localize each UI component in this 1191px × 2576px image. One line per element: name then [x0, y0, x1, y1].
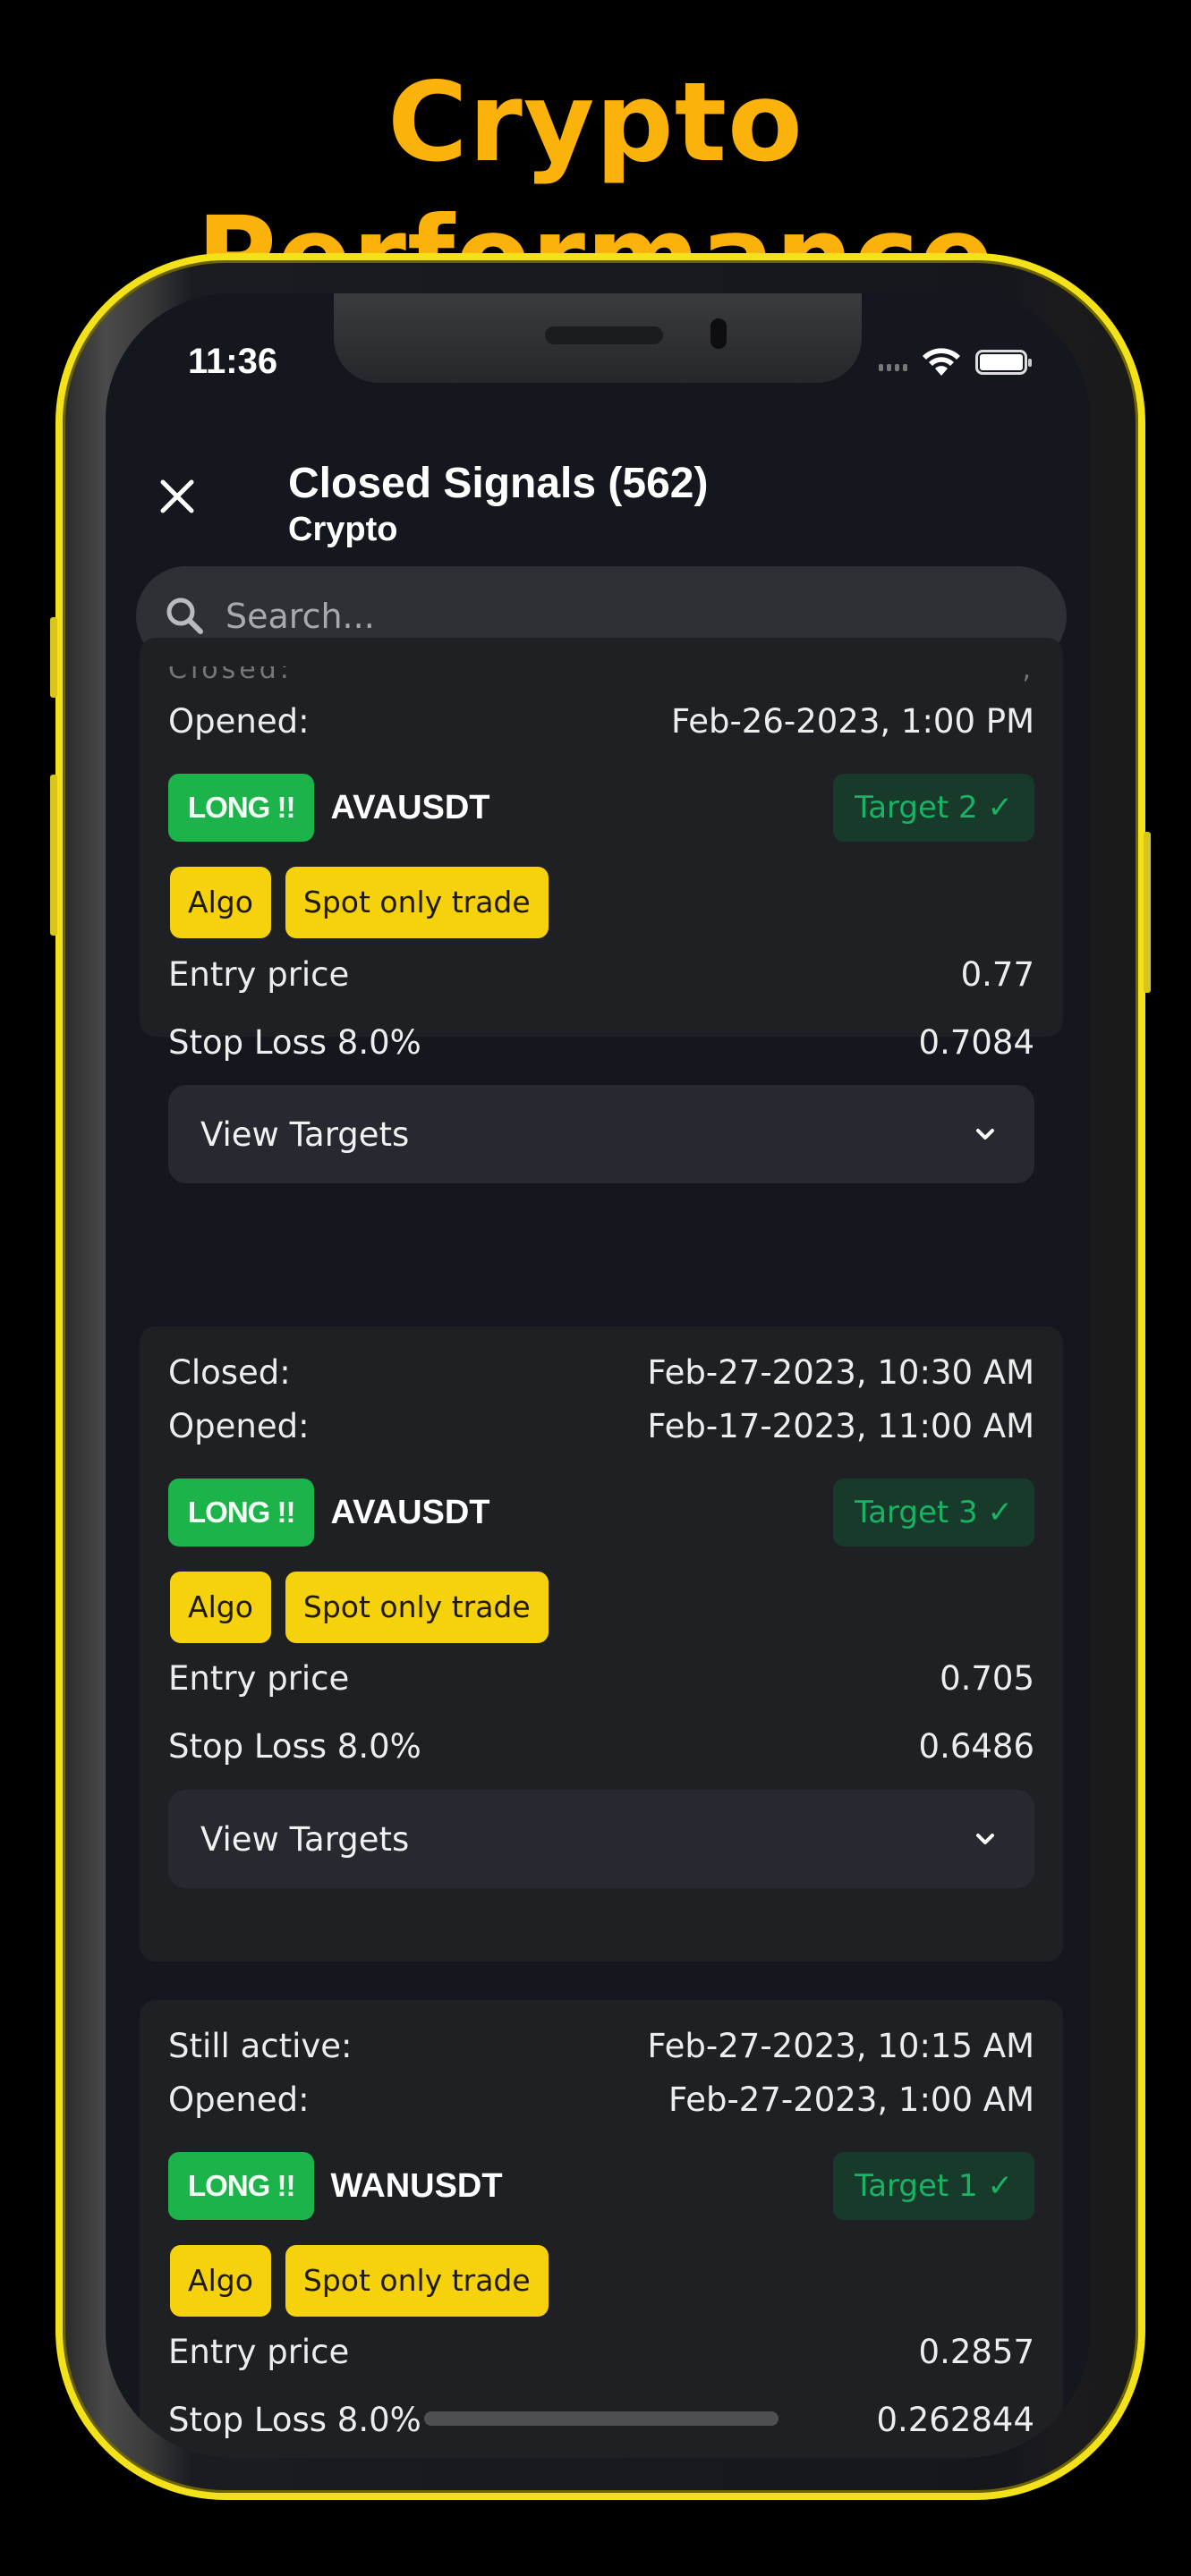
opened-value: Feb-17-2023, 11:00 AM	[647, 1407, 1034, 1445]
speaker-grille	[544, 326, 664, 345]
opened-row: Opened: Feb-26-2023, 1:00 PM	[168, 702, 1034, 741]
still-active-row: Still active: Feb-27-2023, 10:15 AM	[168, 2027, 1034, 2065]
still-active-label: Still active:	[168, 2027, 353, 2065]
wifi-icon	[923, 348, 960, 376]
entry-label: Entry price	[168, 2333, 350, 2371]
tags-row: Algo Spot only trade	[170, 1572, 549, 1643]
closed-row: Closed: Feb-27-2023, 10:30 AM	[168, 1353, 1034, 1392]
direction-badge: LONG !!	[168, 774, 315, 842]
opened-label: Opened:	[168, 702, 310, 741]
opened-label: Opened:	[168, 2080, 310, 2119]
tags-row: Algo Spot only trade	[170, 2245, 549, 2317]
target-badge: Target 1 ✓	[833, 2152, 1034, 2220]
cellular-signal-icon	[879, 353, 907, 371]
stop-loss-value: 0.7084	[918, 1023, 1034, 1062]
side-button-volume-up	[50, 775, 57, 936]
entry-value: 0.705	[940, 1659, 1034, 1698]
signal-card: Closed: , Opened: Feb-26-2023, 1:00 PM L…	[140, 638, 1063, 1183]
entry-label: Entry price	[168, 1659, 350, 1698]
pair-row: LONG !! WANUSDT Target 1 ✓	[168, 2152, 1034, 2220]
battery-icon	[975, 350, 1032, 375]
stop-loss-row: Stop Loss 8.0% 0.7084	[168, 1023, 1034, 1062]
tag-spot-only: Spot only trade	[285, 1572, 549, 1643]
opened-row: Opened: Feb-17-2023, 11:00 AM	[168, 1407, 1034, 1445]
page-title: Closed Signals (562)	[288, 460, 709, 507]
stop-loss-row: Stop Loss 8.0% 0.6486	[168, 1727, 1034, 1766]
entry-row: Entry price 0.2857	[168, 2333, 1034, 2371]
tag-spot-only: Spot only trade	[285, 867, 549, 938]
side-button-power	[1144, 832, 1151, 993]
page-header: Closed Signals (562) Crypto	[106, 450, 1090, 557]
target-badge: Target 2 ✓	[833, 774, 1034, 842]
signals-list[interactable]: Closed: , Opened: Feb-26-2023, 1:00 PM L…	[140, 638, 1063, 2458]
side-button-mute	[50, 617, 57, 698]
stop-loss-label: Stop Loss 8.0%	[168, 2401, 421, 2439]
chevron-down-icon	[976, 1129, 994, 1140]
home-indicator[interactable]	[424, 2411, 778, 2426]
stop-loss-value: 0.262844	[876, 2401, 1034, 2439]
stop-loss-label: Stop Loss 8.0%	[168, 1727, 421, 1766]
entry-value: 0.77	[960, 955, 1034, 994]
search-input[interactable]	[225, 597, 1031, 636]
status-icons	[879, 347, 1032, 377]
opened-label: Opened:	[168, 1407, 310, 1445]
view-targets-label: View Targets	[200, 1819, 410, 1859]
chevron-down-icon	[976, 1834, 994, 1844]
opened-row: Opened: Feb-27-2023, 1:00 AM	[168, 2080, 1034, 2119]
still-active-value: Feb-27-2023, 10:15 AM	[647, 2027, 1034, 2065]
view-targets-button[interactable]: View Targets	[168, 1085, 1034, 1183]
signal-card: Still active: Feb-27-2023, 10:15 AM Open…	[140, 2000, 1063, 2458]
tag-spot-only: Spot only trade	[285, 2245, 549, 2317]
phone-screen: 11:36 Closed Signals (562) Crypto Closed	[106, 293, 1090, 2458]
close-button[interactable]	[150, 470, 204, 523]
entry-row: Entry price 0.705	[168, 1659, 1034, 1698]
close-icon	[160, 479, 194, 513]
target-badge: Target 3 ✓	[833, 1479, 1034, 1546]
stop-loss-value: 0.6486	[918, 1727, 1034, 1766]
stop-loss-label: Stop Loss 8.0%	[168, 1023, 421, 1062]
tag-algo: Algo	[170, 867, 271, 938]
tag-algo: Algo	[170, 1572, 271, 1643]
signal-card: Closed: Feb-27-2023, 10:30 AM Opened: Fe…	[140, 1326, 1063, 1962]
entry-label: Entry price	[168, 955, 350, 994]
view-targets-label: View Targets	[200, 1114, 410, 1154]
front-camera	[710, 318, 727, 349]
opened-value: Feb-26-2023, 1:00 PM	[670, 702, 1034, 741]
pair-symbol: AVAUSDT	[330, 788, 490, 826]
pair-symbol: AVAUSDT	[330, 1493, 490, 1531]
partial-row: Closed: ,	[168, 666, 1034, 685]
direction-badge: LONG !!	[168, 2152, 315, 2220]
tags-row: Algo Spot only trade	[170, 867, 549, 938]
closed-label: Closed:	[168, 1353, 291, 1392]
entry-value: 0.2857	[918, 2333, 1034, 2371]
opened-value: Feb-27-2023, 1:00 AM	[668, 2080, 1034, 2119]
status-time: 11:36	[188, 342, 278, 381]
tag-algo: Algo	[170, 2245, 271, 2317]
pair-row: LONG !! AVAUSDT Target 3 ✓	[168, 1479, 1034, 1546]
closed-value: Feb-27-2023, 10:30 AM	[647, 1353, 1034, 1392]
page-subtitle: Crypto	[288, 511, 398, 548]
pair-symbol: WANUSDT	[330, 2166, 503, 2205]
direction-badge: LONG !!	[168, 1479, 315, 1546]
entry-row: Entry price 0.77	[168, 955, 1034, 994]
view-targets-button[interactable]: View Targets	[168, 1790, 1034, 1888]
pair-row: LONG !! AVAUSDT Target 2 ✓	[168, 774, 1034, 842]
search-icon	[166, 597, 203, 634]
